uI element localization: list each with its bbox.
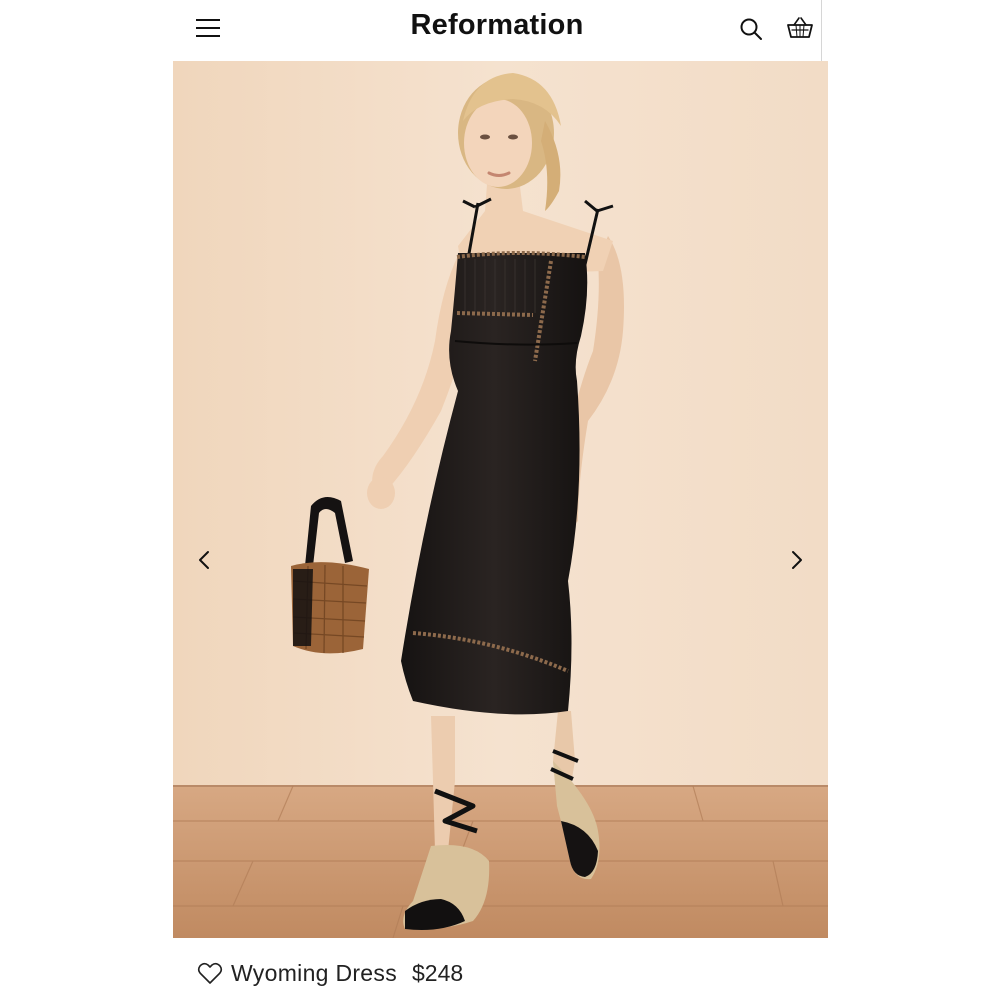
shopping-bag-icon[interactable] bbox=[785, 14, 815, 44]
product-info: Wyoming Dress $248 bbox=[173, 950, 821, 1000]
product-photo bbox=[173, 61, 828, 938]
chevron-left-icon[interactable] bbox=[189, 545, 219, 575]
product-name[interactable]: Wyoming Dress bbox=[231, 960, 397, 987]
brand-logo[interactable]: Reformation bbox=[173, 9, 821, 42]
chevron-right-icon[interactable] bbox=[782, 545, 812, 575]
site-header: Reformation bbox=[173, 0, 821, 60]
heart-outline-icon[interactable] bbox=[197, 962, 223, 986]
product-image-carousel[interactable] bbox=[173, 61, 828, 938]
search-icon[interactable] bbox=[736, 14, 766, 44]
screen-edge bbox=[821, 0, 822, 62]
product-price: $248 bbox=[412, 960, 464, 986]
